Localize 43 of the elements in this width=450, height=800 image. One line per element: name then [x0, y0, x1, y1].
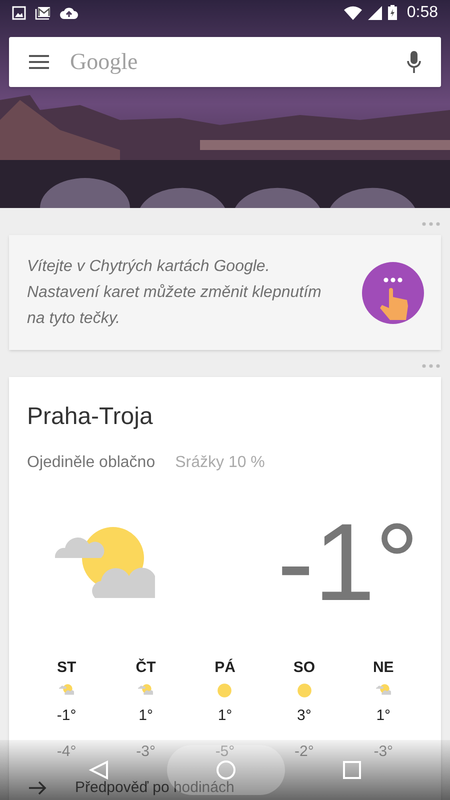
recent-apps-icon[interactable]	[343, 761, 361, 779]
sun-icon	[296, 682, 312, 698]
low-temperature: -5°	[215, 742, 235, 762]
mail-icon	[35, 6, 51, 20]
signal-icon	[368, 6, 382, 20]
high-temperature: -1°	[56, 706, 76, 726]
sun-cloud-icon	[55, 526, 155, 600]
current-temperature: -1°	[277, 508, 419, 618]
search-bar[interactable]: Google	[9, 37, 441, 87]
welcome-message: Vítejte v Chytrých kartách Google. Nastavení karet můžete změnit klepnutím na tyto tečky.	[27, 256, 322, 328]
home-button[interactable]	[167, 745, 285, 795]
home-icon	[216, 760, 236, 780]
day-label: NE	[372, 658, 394, 677]
day-label: ČT	[136, 658, 156, 677]
wifi-icon	[344, 6, 362, 20]
low-temperature: -4°	[56, 742, 76, 762]
clock: 0:58	[406, 2, 438, 22]
cloud-upload-icon	[60, 6, 78, 19]
high-temperature: 1°	[138, 706, 153, 726]
tap-hand-icon	[362, 262, 424, 324]
microphone-icon[interactable]	[407, 51, 421, 73]
location-title: Praha-Troja	[27, 402, 154, 432]
high-temperature: 1°	[218, 706, 232, 726]
day-label: ST	[57, 658, 76, 677]
sun-cloud-icon	[376, 684, 391, 696]
sun-cloud-icon	[59, 684, 74, 696]
day-label: SO	[293, 658, 316, 677]
arrow-right-icon[interactable]	[29, 781, 47, 796]
low-temperature: -3°	[136, 742, 156, 762]
sun-cloud-icon	[138, 684, 154, 696]
day-label: PÁ	[214, 658, 236, 677]
high-temperature: 1°	[376, 706, 391, 726]
high-temperature: 3°	[297, 706, 312, 726]
hourly-forecast-link[interactable]: Předpověď po hodinách	[75, 777, 234, 800]
back-icon[interactable]	[89, 760, 109, 780]
low-temperature: -2°	[294, 742, 314, 762]
sun-icon	[217, 682, 232, 698]
search-field[interactable]: Google	[70, 44, 407, 80]
condition-text: Ojediněle oblačno	[27, 453, 156, 473]
image-icon	[12, 6, 26, 20]
menu-icon[interactable]	[29, 55, 49, 69]
low-temperature: -3°	[374, 742, 394, 762]
precipitation-text: Srážky 10 %	[175, 453, 265, 473]
